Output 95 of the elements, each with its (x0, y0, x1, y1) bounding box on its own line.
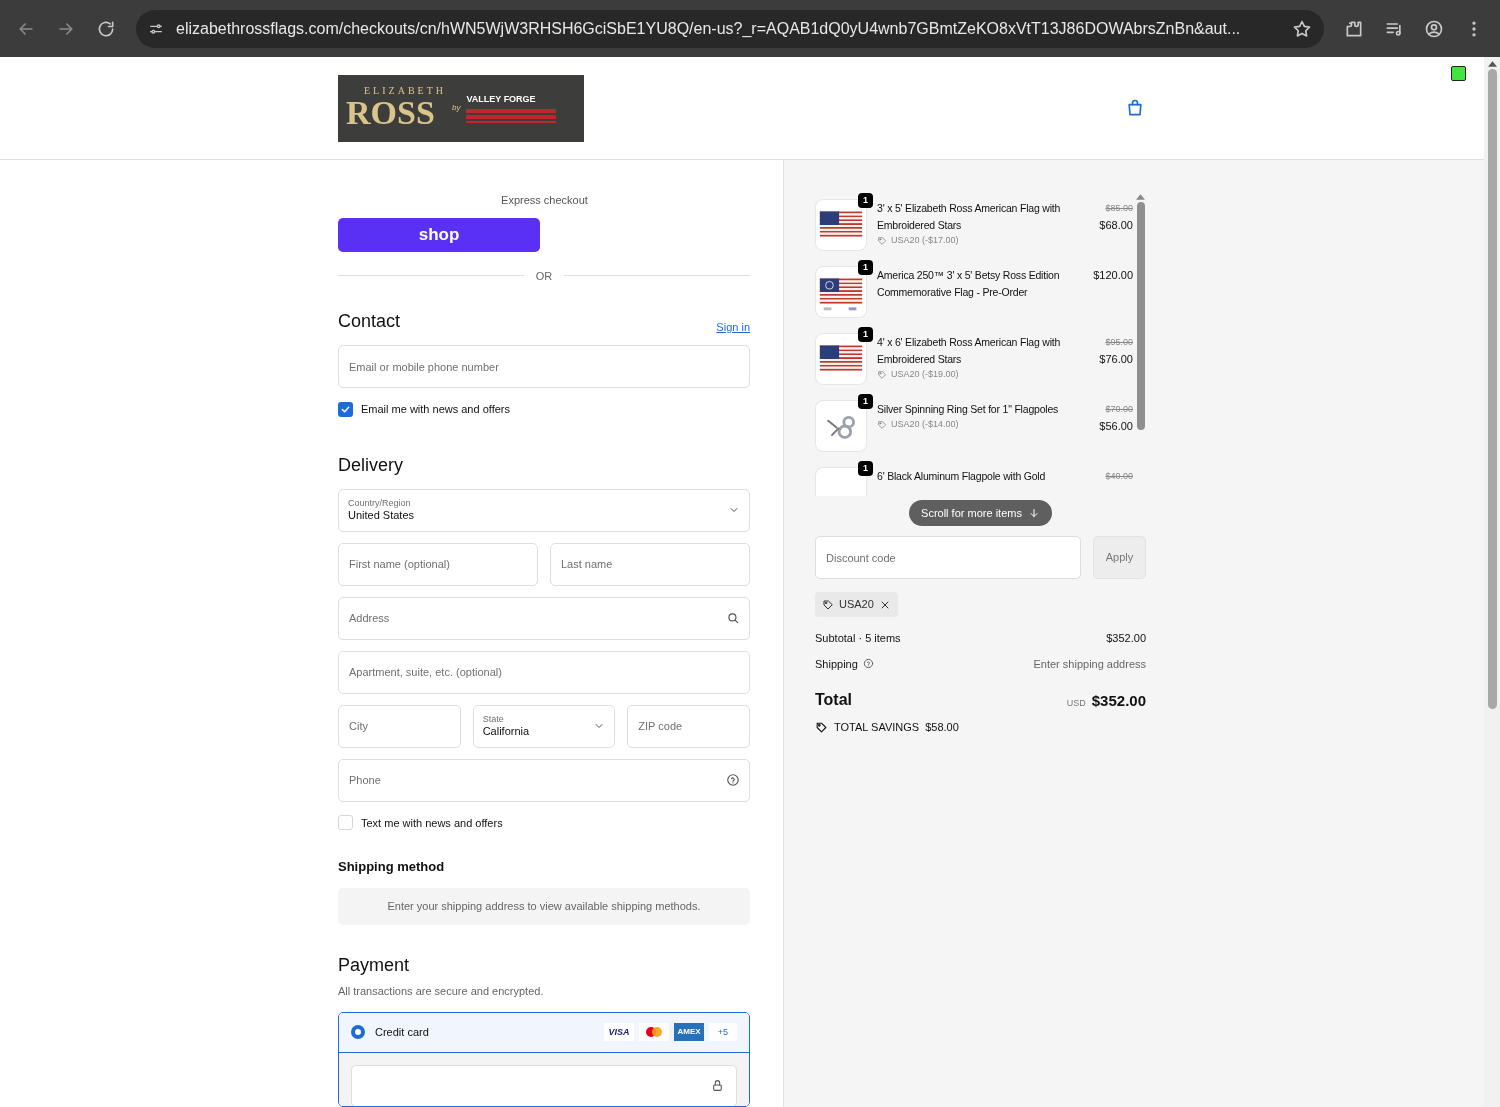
arrow-down-icon (1027, 507, 1040, 519)
original-price: $70.00 (1105, 403, 1133, 416)
card-number-field[interactable] (351, 1064, 737, 1106)
product-price: $56.00 (1099, 419, 1133, 434)
help-icon (862, 658, 874, 670)
original-price: $40.00 (1105, 470, 1133, 483)
shopping-bag-icon[interactable] (1125, 98, 1145, 118)
radio-button[interactable] (351, 1025, 365, 1040)
tag-icon (877, 235, 887, 246)
total-value: $352.00 (1091, 690, 1146, 711)
scroll-up-icon (1487, 61, 1497, 67)
product-title: America 250™ 3' x 5' Betsy Ross Edition Commemorative Flag - Pre-Order (877, 268, 1061, 300)
quantity-badge: 1 (858, 461, 873, 476)
bookmark-star-icon[interactable] (1292, 18, 1312, 39)
page-scrollbar[interactable] (1484, 57, 1500, 1107)
city-field[interactable]: City (338, 704, 461, 748)
product-image (815, 266, 867, 318)
payment-method-label: Credit card (375, 1025, 430, 1041)
product-price: $120.00 (1093, 268, 1133, 283)
currency-code: USD (1066, 696, 1086, 710)
logo-text: ROSS (346, 96, 436, 130)
logo-text: ELIZABETH (363, 86, 446, 96)
product-image (815, 199, 867, 251)
quantity-badge: 1 (858, 193, 873, 208)
lock-icon (711, 1079, 724, 1093)
url-text: elizabethrossflags.com/checkouts/cn/hWN5WjW3RHSH6GciSbE1YU8Q/en-us?_r=AQAB1dQ0yU4wnb7GBmtZeKO8xVtT13J86DOWAbrsZnBn&aut... (176, 18, 1242, 39)
section-heading: Contact (338, 310, 401, 334)
tag-icon (877, 369, 887, 380)
section-heading: Payment (338, 954, 411, 978)
product-title: 4' x 6' Elizabeth Ross American Flag with Embroidered Stars (877, 335, 1062, 367)
discount-code-field[interactable]: Discount code (815, 536, 1081, 579)
tag-icon (822, 598, 834, 611)
amex-card-logo: AMEX (674, 1023, 704, 1042)
product-title: 6' Black Aluminum Flagpole with Gold (877, 469, 1047, 484)
sms-checkbox[interactable] (338, 815, 353, 831)
express-checkout-label: Express checkout (500, 193, 589, 208)
email-field[interactable]: Email or mobile phone number (338, 345, 750, 389)
product-image (815, 333, 867, 385)
total-savings-value: $58.00 (925, 720, 959, 735)
checkbox-label: Email me with news and offers (361, 402, 510, 418)
profile-icon[interactable] (1424, 18, 1444, 39)
section-subheading: Shipping method (338, 858, 446, 877)
total-label: Total (815, 690, 853, 710)
discount-text: USA20 (-$17.00) (891, 234, 959, 247)
total-savings-label: TOTAL SAVINGS (834, 720, 920, 735)
first-name-field[interactable]: First name (optional) (338, 542, 538, 586)
original-price: $95.00 (1105, 336, 1133, 349)
checkbox-label: Text me with news and offers (361, 815, 503, 831)
payment-subtitle: All transactions are secure and encrypted. (338, 984, 545, 1000)
check-icon (340, 404, 351, 415)
discount-text: USA20 (-$19.00) (891, 368, 959, 381)
quantity-badge: 1 (858, 327, 873, 342)
scroll-hint-pill[interactable]: Scroll for more items (909, 500, 1052, 526)
discount-text: USA20 (-$14.00) (891, 418, 959, 431)
search-icon (726, 610, 740, 625)
or-divider-text: OR (535, 268, 553, 284)
section-heading: Delivery (338, 453, 404, 477)
shop-pay-button[interactable]: shop (338, 217, 540, 252)
product-image (815, 400, 867, 452)
subtotal-value: $352.00 (1106, 631, 1146, 646)
scroll-up-icon (1136, 194, 1145, 200)
product-title: Silver Spinning Ring Set for 1" Flagpoles (877, 402, 1060, 417)
original-price: $85.00 (1105, 202, 1133, 215)
more-cards-count: +5 (709, 1023, 737, 1042)
phone-field[interactable]: Phone (338, 758, 750, 802)
shipping-value: Enter shipping address (1033, 656, 1146, 672)
shipping-methods-notice: Enter your shipping address to view available shipping methods. (338, 887, 750, 926)
shipping-label: Shipping (815, 656, 858, 672)
help-icon (726, 772, 740, 787)
apply-button[interactable]: Apply (1093, 536, 1146, 579)
apartment-field[interactable]: Apartment, suite, etc. (optional) (338, 650, 750, 694)
product-price: $68.00 (1099, 218, 1133, 233)
country-select[interactable]: Country/Region United States (338, 488, 750, 532)
logo-text: VALLEY FORGE (466, 93, 537, 107)
last-name-field[interactable]: Last name (550, 542, 750, 586)
newsletter-checkbox[interactable] (338, 402, 353, 417)
tag-icon (815, 720, 828, 734)
product-title: 3' x 5' Elizabeth Ross American Flag with Embroidered Stars (877, 201, 1062, 233)
tag-icon (877, 419, 887, 430)
mastercard-logo (639, 1023, 669, 1042)
address-bar[interactable]: elizabethrossflags.com/checkouts/cn/hWN5WjW3RHSH6GciSbE1YU8Q/en-us?_r=AQAB1dQ0yU4wnb7GBmtZeKO8xVtT13J86DOWAbrsZnBn&aut... (136, 9, 1324, 48)
product-price: $76.00 (1099, 352, 1133, 367)
subtotal-label: Subtotal · 5 items (815, 631, 901, 646)
visa-card-logo: VISA (604, 1023, 634, 1042)
store-logo[interactable]: ELIZABETH ROSS by VALLEY FORGE (338, 74, 584, 142)
zip-code-field[interactable]: ZIP code (627, 704, 750, 748)
quantity-badge: 1 (858, 260, 873, 275)
address-field[interactable]: Address (338, 596, 750, 640)
discount-code: USA20 (839, 597, 874, 613)
logo-text: by (452, 102, 461, 114)
sign-in-link[interactable]: Sign in (716, 318, 750, 336)
state-select[interactable]: State California (472, 704, 616, 748)
status-square-icon (1451, 66, 1466, 81)
payment-method-option[interactable]: Credit card VISA AMEX +5 (339, 1012, 749, 1053)
quantity-badge: 1 (858, 394, 873, 409)
